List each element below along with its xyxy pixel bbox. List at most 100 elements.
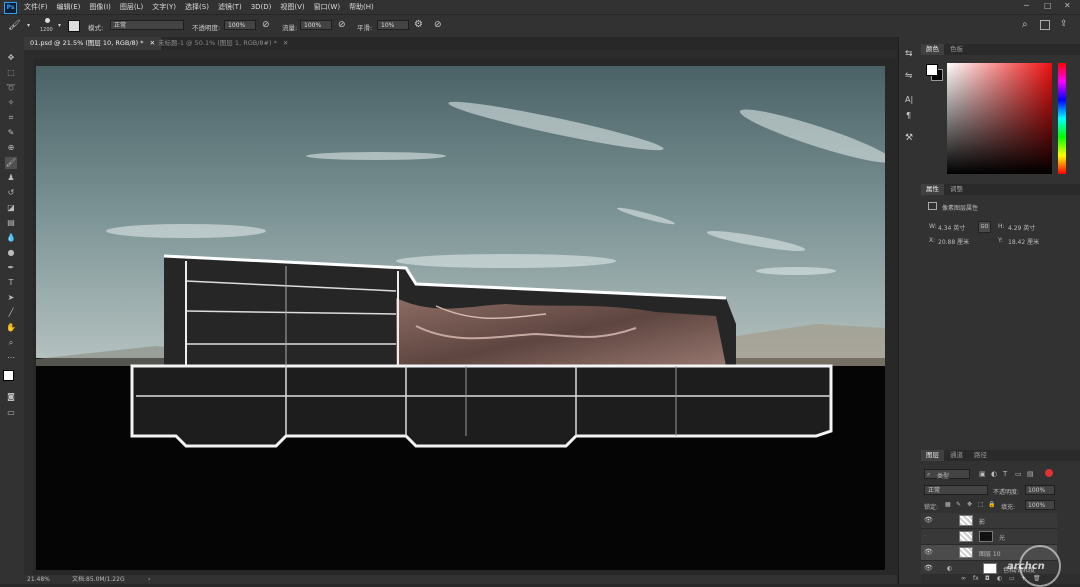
tab-properties[interactable]: 属性 [921, 184, 944, 195]
pressure-size-icon[interactable]: ⊘ [434, 20, 442, 30]
layer-opacity-field[interactable]: 100% [1025, 485, 1055, 495]
history-icon[interactable]: ⇆ [905, 49, 913, 59]
layer-filter-select[interactable]: ⌕ 类型 [924, 469, 970, 480]
chevron-down-icon[interactable]: ▾ [58, 22, 61, 29]
tab-swatches[interactable]: 色板 [945, 44, 968, 55]
blend-mode-select[interactable]: 正常 [924, 485, 988, 495]
zoom-level[interactable]: 21.48% [27, 575, 50, 584]
link-icon[interactable]: GO [978, 221, 991, 233]
height-value[interactable]: 4.29 英寸 [1008, 223, 1035, 232]
tab-layers[interactable]: 图层 [921, 450, 944, 461]
smoothing-field[interactable]: 10% [377, 20, 409, 30]
width-value[interactable]: 4.34 英寸 [938, 223, 965, 232]
gear-icon[interactable]: ⚙ [414, 19, 423, 30]
filter-adjustment-icon[interactable]: ◐ [991, 470, 997, 478]
quick-mask-icon[interactable]: ◙ [5, 391, 17, 403]
adjust-icon[interactable]: ⇋ [905, 71, 913, 81]
lock-artboard-icon[interactable]: ⬚ [978, 501, 984, 508]
new-group-icon[interactable]: ▭ [1009, 575, 1015, 582]
tool-presets-icon[interactable]: ⚒ [905, 133, 913, 143]
paragraph-icon[interactable]: ¶ [906, 111, 911, 120]
menu-image[interactable]: 图像(I) [89, 2, 111, 12]
fx-icon[interactable]: fx [973, 575, 979, 582]
eye-icon[interactable]: 👁 [924, 564, 933, 572]
new-adjustment-icon[interactable]: ◐ [997, 575, 1002, 582]
foreground-color-swatch[interactable] [3, 370, 14, 381]
link-layers-icon[interactable]: ∞ [961, 575, 966, 582]
close-icon[interactable]: ✕ [283, 39, 288, 47]
workspace-icon[interactable] [1040, 20, 1050, 30]
layer-row[interactable]: 👁 影 [921, 513, 1057, 529]
tab-adjustments[interactable]: 调整 [945, 184, 968, 195]
menu-file[interactable]: 文件(F) [24, 2, 48, 12]
type-tool-icon[interactable]: T [5, 277, 17, 289]
menu-edit[interactable]: 编辑(E) [57, 2, 81, 12]
lasso-tool-icon[interactable]: ➰ [5, 82, 17, 94]
minimize-icon[interactable]: ─ [1024, 1, 1029, 10]
hand-tool-icon[interactable]: ✋ [5, 322, 17, 334]
pressure-opacity-icon[interactable]: ⊘ [262, 20, 270, 30]
add-mask-icon[interactable]: ◘ [985, 575, 990, 582]
tab-01-psd[interactable]: 01.psd @ 21.5% (图层 10, RGB/8) * ✕ [24, 37, 162, 50]
foreground-color-swatch[interactable] [926, 64, 938, 76]
tab-channels[interactable]: 通道 [945, 450, 968, 461]
chevron-down-icon[interactable]: ▾ [27, 22, 30, 29]
filter-toggle-icon[interactable] [1045, 469, 1053, 477]
document-canvas[interactable] [36, 66, 885, 570]
menu-select[interactable]: 选择(S) [185, 2, 209, 12]
tab-paths[interactable]: 路径 [969, 450, 992, 461]
brush-tool-icon[interactable]: 🖌 [8, 20, 21, 31]
pen-tool-icon[interactable]: ✒ [5, 262, 17, 274]
menu-3d[interactable]: 3D(D) [251, 3, 272, 11]
filter-smart-icon[interactable]: ▤ [1027, 470, 1034, 478]
opacity-field[interactable]: 100% [224, 20, 256, 30]
brush-panel-icon[interactable] [68, 20, 80, 32]
marquee-tool-icon[interactable]: ⬚ [5, 67, 17, 79]
zoom-tool-icon[interactable]: ⌕ [5, 337, 17, 349]
fill-field[interactable]: 100% [1025, 500, 1055, 510]
y-value[interactable]: 18.42 厘米 [1008, 237, 1039, 246]
tab-untitled-1[interactable]: 未标题-1 @ 50.1% (图层 1, RGB/8#) * ✕ [152, 37, 294, 50]
brush-preset-picker[interactable]: 1200 [40, 17, 56, 35]
dodge-tool-icon[interactable]: ● [5, 247, 17, 259]
close-icon[interactable]: ✕ [1064, 1, 1071, 10]
line-tool-icon[interactable]: ╱ [5, 307, 17, 319]
magic-wand-icon[interactable]: ✧ [5, 97, 17, 109]
brush-tool-icon[interactable]: 🖌 [5, 157, 17, 169]
eraser-tool-icon[interactable]: ◪ [5, 202, 17, 214]
lock-transparent-icon[interactable]: ▦ [945, 501, 951, 508]
color-picker-field[interactable] [947, 63, 1052, 174]
crop-tool-icon[interactable]: ⌗ [5, 112, 17, 124]
layer-row[interactable]: · 光 [921, 529, 1057, 545]
filter-shape-icon[interactable]: ▭ [1015, 470, 1022, 478]
history-brush-icon[interactable]: ↺ [5, 187, 17, 199]
lock-position-icon[interactable]: ✥ [967, 501, 972, 508]
eye-icon[interactable]: 👁 [924, 516, 933, 524]
stamp-tool-icon[interactable]: ♟ [5, 172, 17, 184]
eyedropper-icon[interactable]: ✎ [5, 127, 17, 139]
move-tool-icon[interactable]: ✥ [5, 52, 17, 64]
menu-view[interactable]: 视图(V) [280, 2, 304, 12]
share-icon[interactable]: ⇪ [1060, 19, 1068, 29]
menu-layer[interactable]: 图层(L) [120, 2, 143, 12]
maximize-icon[interactable]: □ [1044, 1, 1052, 10]
flow-field[interactable]: 100% [300, 20, 332, 30]
filter-type-icon[interactable]: T [1003, 470, 1007, 478]
menu-help[interactable]: 帮助(H) [349, 2, 374, 12]
mode-select[interactable]: 正常 [110, 20, 184, 30]
screen-mode-icon[interactable]: ▭ [5, 407, 17, 419]
healing-brush-icon[interactable]: ⊕ [5, 142, 17, 154]
gradient-tool-icon[interactable]: ▤ [5, 217, 17, 229]
menu-filter[interactable]: 滤镜(T) [218, 2, 242, 12]
path-select-icon[interactable]: ➤ [5, 292, 17, 304]
eye-hidden-icon[interactable]: · [924, 532, 926, 540]
hue-slider[interactable] [1058, 63, 1066, 174]
x-value[interactable]: 20.88 厘米 [938, 237, 969, 246]
tab-color[interactable]: 颜色 [921, 44, 944, 55]
eye-icon[interactable]: 👁 [924, 548, 933, 556]
chevron-right-icon[interactable]: › [148, 575, 150, 584]
filter-pixel-icon[interactable]: ▣ [979, 470, 986, 478]
airbrush-icon[interactable]: ⊘ [338, 20, 346, 30]
search-icon[interactable]: ⌕ [1022, 19, 1028, 30]
menu-type[interactable]: 文字(Y) [152, 2, 176, 12]
